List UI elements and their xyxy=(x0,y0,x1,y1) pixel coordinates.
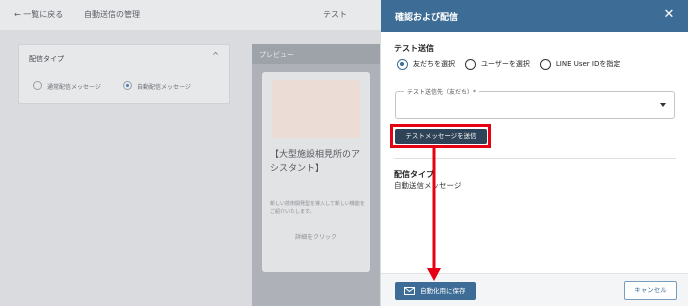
background-radio-label: 通常配信メッセージ xyxy=(47,84,101,91)
test-recipient-label: テスト送信先（友だち）* xyxy=(404,87,480,96)
radio-label: 友だちを選択 xyxy=(413,60,455,68)
dialog-title: 確認および配信 xyxy=(395,13,459,23)
background-preview-card: 【大型施設相見所のアシスタント】 新しい技術開発型を導入して新しい機能をご紹介い… xyxy=(262,72,370,272)
radio-label: LINE User IDを指定 xyxy=(555,60,621,68)
divider xyxy=(394,158,676,159)
test-target-radio-group: 友だちを選択 ユーザーを選択 LINE User IDを指定 xyxy=(397,57,630,71)
caret-down-icon xyxy=(660,103,666,107)
background-preview: プレビュー 【大型施設相見所のアシスタント】 新しい技術開発型を導入して新しい機… xyxy=(252,44,380,306)
radio-line-user-id[interactable]: LINE User IDを指定 xyxy=(539,58,621,70)
background-page-title: テスト xyxy=(323,10,347,19)
send-test-message-button[interactable]: テストメッセージを送信 xyxy=(395,129,487,144)
background-preview-header: プレビュー xyxy=(252,44,380,64)
background-delivery-panel: 配信タイプ ^ 通常配信メッセージ 自動配信メッセージ xyxy=(18,44,230,104)
save-button-label: 自動化用に保存 xyxy=(420,287,466,295)
background-breadcrumb: 自動送信の管理 xyxy=(84,10,140,19)
background-card-image xyxy=(272,80,360,138)
test-send-label: テスト送信 xyxy=(394,44,434,53)
radio-checked-icon xyxy=(397,58,408,70)
background-radio-normal xyxy=(33,81,42,90)
dialog-header: 確認および配信 ✕ xyxy=(381,0,688,32)
confirm-and-send-dialog: 確認および配信 ✕ テスト送信 友だちを選択 ユーザーを選択 LINE User… xyxy=(381,0,688,306)
delivery-type-label: 配信タイプ xyxy=(394,170,434,179)
radio-unchecked-icon xyxy=(465,58,476,70)
radio-unchecked-icon xyxy=(539,58,551,70)
background-panel-title: 配信タイプ xyxy=(29,55,64,63)
background-card-description: 新しい技術開発型を導入して新しい機能をご紹介いたします。 xyxy=(270,201,365,215)
close-icon[interactable]: ✕ xyxy=(662,8,676,22)
background-card-title: 【大型施設相見所のアシスタント】 xyxy=(270,150,361,174)
test-recipient-select[interactable]: テスト送信先（友だち）* xyxy=(395,87,675,119)
mail-icon xyxy=(404,287,415,295)
background-radio-auto xyxy=(123,81,132,90)
cancel-button[interactable]: キャンセル xyxy=(624,281,677,300)
background-card-button: 詳細をクリック xyxy=(294,234,337,241)
chevron-up-icon: ^ xyxy=(212,51,219,60)
back-link: ← 一覧に戻る xyxy=(14,10,64,19)
dialog-footer: 自動化用に保存 キャンセル xyxy=(381,273,688,306)
save-for-automation-button[interactable]: 自動化用に保存 xyxy=(395,282,476,300)
background-preview-label: プレビュー xyxy=(259,51,294,59)
radio-label: ユーザーを選択 xyxy=(481,60,530,68)
radio-select-users[interactable]: ユーザーを選択 xyxy=(465,58,530,70)
background-radio-label: 自動配信メッセージ xyxy=(137,84,191,91)
radio-select-friends[interactable]: 友だちを選択 xyxy=(397,58,455,70)
delivery-type-value: 自動送信メッセージ xyxy=(394,181,462,190)
